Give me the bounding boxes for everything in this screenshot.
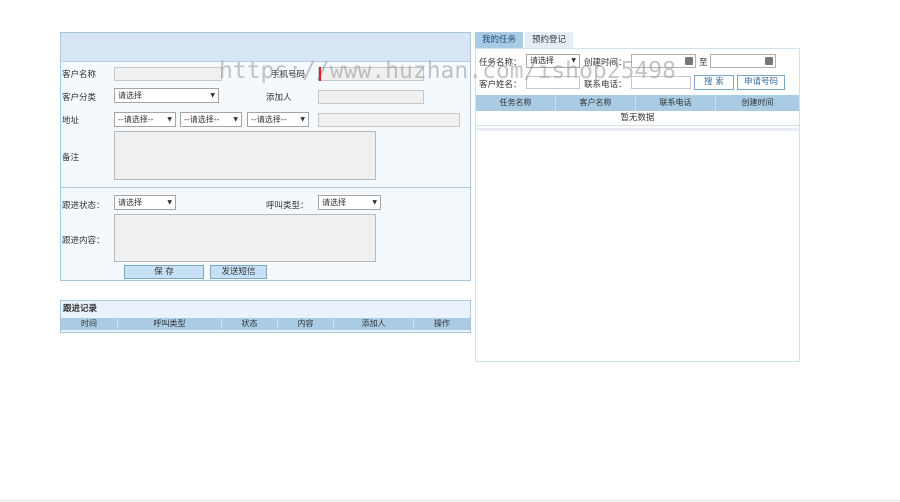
province-value: --请选择-- [118, 115, 154, 124]
table-scroll-bar[interactable] [476, 128, 799, 131]
dropdown-arrow-icon: ▼ [233, 116, 238, 123]
customer-category-label: 客户分类 [62, 93, 97, 103]
customer-name-label: 客户名称 [62, 70, 97, 80]
calendar-icon[interactable] [765, 57, 773, 65]
task-name-label: 任务名称： [479, 58, 522, 68]
calendar-icon[interactable] [685, 57, 693, 65]
col-call-type: 呼叫类型 [118, 318, 222, 330]
apply-number-button[interactable]: 申请号码 [737, 75, 785, 90]
col-content: 内容 [278, 318, 334, 330]
dropdown-arrow-icon: ▼ [167, 116, 172, 123]
text-cursor [319, 67, 321, 81]
form-header-bar [61, 33, 470, 62]
dropdown-arrow-icon: ▼ [571, 57, 576, 64]
task-name-select[interactable]: 请选择 ▼ [526, 54, 580, 68]
call-type-label: 呼叫类型： [266, 201, 309, 211]
added-by-input[interactable] [318, 90, 424, 104]
col-actions: 操作 [434, 319, 450, 328]
dropdown-arrow-icon: ▼ [300, 116, 305, 123]
district-value: --请选择-- [251, 115, 287, 124]
customer-phone-input[interactable] [318, 67, 424, 81]
task-name-value: 请选择 [530, 56, 554, 65]
city-select[interactable]: --请选择-- ▼ [180, 112, 242, 127]
call-type-select[interactable]: 请选择 ▼ [318, 195, 381, 210]
follow-status-label: 跟进状态： [62, 201, 105, 211]
customer-phone-label: 手机号码 [271, 70, 306, 80]
col-added-by: 添加人 [334, 318, 414, 330]
end-date-input[interactable] [710, 54, 776, 68]
street-address-input[interactable] [318, 113, 460, 127]
col-created-time: 创建时间 [741, 98, 774, 107]
search-button[interactable]: 搜 索 [694, 75, 734, 90]
customer-category-select[interactable]: 请选择 ▼ [114, 88, 219, 103]
follow-status-value: 请选择 [118, 198, 142, 207]
form-divider [61, 187, 470, 188]
tab-appointment[interactable]: 预约登记 [525, 32, 573, 48]
dropdown-arrow-icon: ▼ [210, 92, 215, 99]
follow-status-select[interactable]: 请选择 ▼ [114, 195, 176, 210]
address-label: 地址 [62, 116, 80, 126]
col-status: 状态 [222, 318, 278, 330]
task-table: 任务名称 客户名称 联系电话 创建时间 暂无数据 [476, 95, 799, 131]
follow-content-textarea[interactable] [114, 214, 376, 262]
page-bottom-border [0, 500, 900, 501]
col-task-name: 任务名称 [476, 95, 556, 111]
send-sms-button[interactable]: 发送短信 [210, 265, 267, 279]
customer-form-panel: 客户名称 手机号码 客户分类 请选择 ▼ 添加人 地址 --请选择-- ▼ --… [60, 32, 471, 281]
province-select[interactable]: --请选择-- ▼ [114, 112, 176, 127]
remark-textarea[interactable] [114, 131, 376, 180]
call-type-value: 请选择 [322, 198, 346, 207]
task-table-header: 任务名称 客户名称 联系电话 创建时间 [476, 95, 799, 111]
district-select[interactable]: --请选择-- ▼ [247, 112, 309, 127]
to-label: 至 [699, 58, 708, 68]
contact-phone-filter-input[interactable] [631, 76, 691, 89]
dropdown-arrow-icon: ▼ [167, 199, 172, 206]
col-contact-phone: 联系电话 [636, 95, 716, 111]
customer-category-value: 请选择 [118, 91, 142, 100]
created-time-label: 创建时间： [584, 58, 627, 68]
remark-label: 备注 [62, 153, 80, 163]
follow-records-panel: 跟进记录 时间 呼叫类型 状态 内容 添加人 操作 [60, 300, 471, 333]
col-customer-name: 客户名称 [556, 95, 636, 111]
follow-records-title: 跟进记录 [63, 304, 98, 314]
col-time: 时间 [61, 318, 118, 330]
customer-name-filter-input[interactable] [526, 76, 580, 89]
customer-name-input[interactable] [114, 67, 222, 81]
start-date-input[interactable] [631, 54, 696, 68]
save-button[interactable]: 保 存 [124, 265, 204, 279]
contact-phone-filter-label: 联系电话： [584, 80, 627, 90]
task-panel: 任务名称： 请选择 ▼ 创建时间： 至 客户姓名： 联系电话： 搜 索 申请号码… [475, 48, 800, 362]
empty-data-row: 暂无数据 [476, 111, 799, 126]
records-table-header: 时间 呼叫类型 状态 内容 添加人 操作 [61, 318, 470, 330]
added-by-label: 添加人 [266, 93, 292, 103]
customer-name-filter-label: 客户姓名： [479, 80, 522, 90]
follow-content-label: 跟进内容： [62, 236, 105, 246]
city-value: --请选择-- [184, 115, 220, 124]
dropdown-arrow-icon: ▼ [372, 199, 377, 206]
tab-my-tasks[interactable]: 我的任务 [475, 32, 523, 48]
